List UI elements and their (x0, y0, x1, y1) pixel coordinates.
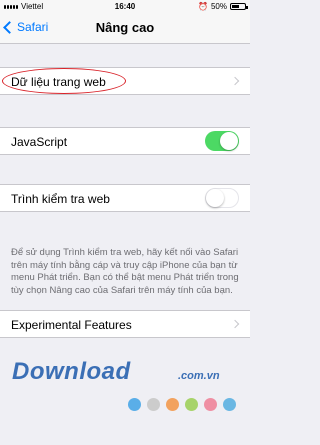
chevron-right-icon (230, 319, 240, 329)
javascript-toggle[interactable] (205, 131, 239, 151)
navigation-bar: Safari Nâng cao (0, 14, 250, 44)
experimental-features-row[interactable]: Experimental Features (0, 310, 250, 338)
javascript-label: JavaScript (11, 135, 68, 149)
battery-icon (230, 3, 248, 10)
status-bar: Viettel 16:40 ⏰ 50% (0, 0, 250, 14)
watermark-text: Download (12, 358, 131, 385)
chevron-right-icon (230, 76, 240, 86)
battery-percent: 50% (210, 2, 227, 11)
status-right: ⏰ 50% (198, 2, 248, 11)
alarm-icon: ⏰ (198, 2, 208, 11)
watermark-dots (128, 398, 236, 411)
web-inspector-toggle[interactable] (205, 188, 239, 208)
watermark: Download .com.vn (6, 358, 250, 388)
watermark-suffix: .com.vn (178, 370, 220, 382)
highlight-oval (2, 68, 126, 94)
watermark-dot (128, 398, 141, 411)
watermark-dot (223, 398, 236, 411)
watermark-dot (147, 398, 160, 411)
web-inspector-row: Trình kiểm tra web (0, 184, 250, 212)
watermark-dot (166, 398, 179, 411)
javascript-row: JavaScript (0, 127, 250, 155)
page-title: Nâng cao (95, 20, 155, 35)
watermark-dot (204, 398, 217, 411)
watermark-dot (185, 398, 198, 411)
web-inspector-footer: Để sử dụng Trình kiểm tra web, hãy kết n… (11, 247, 239, 296)
web-inspector-label: Trình kiểm tra web (11, 192, 110, 206)
experimental-features-label: Experimental Features (11, 318, 132, 332)
